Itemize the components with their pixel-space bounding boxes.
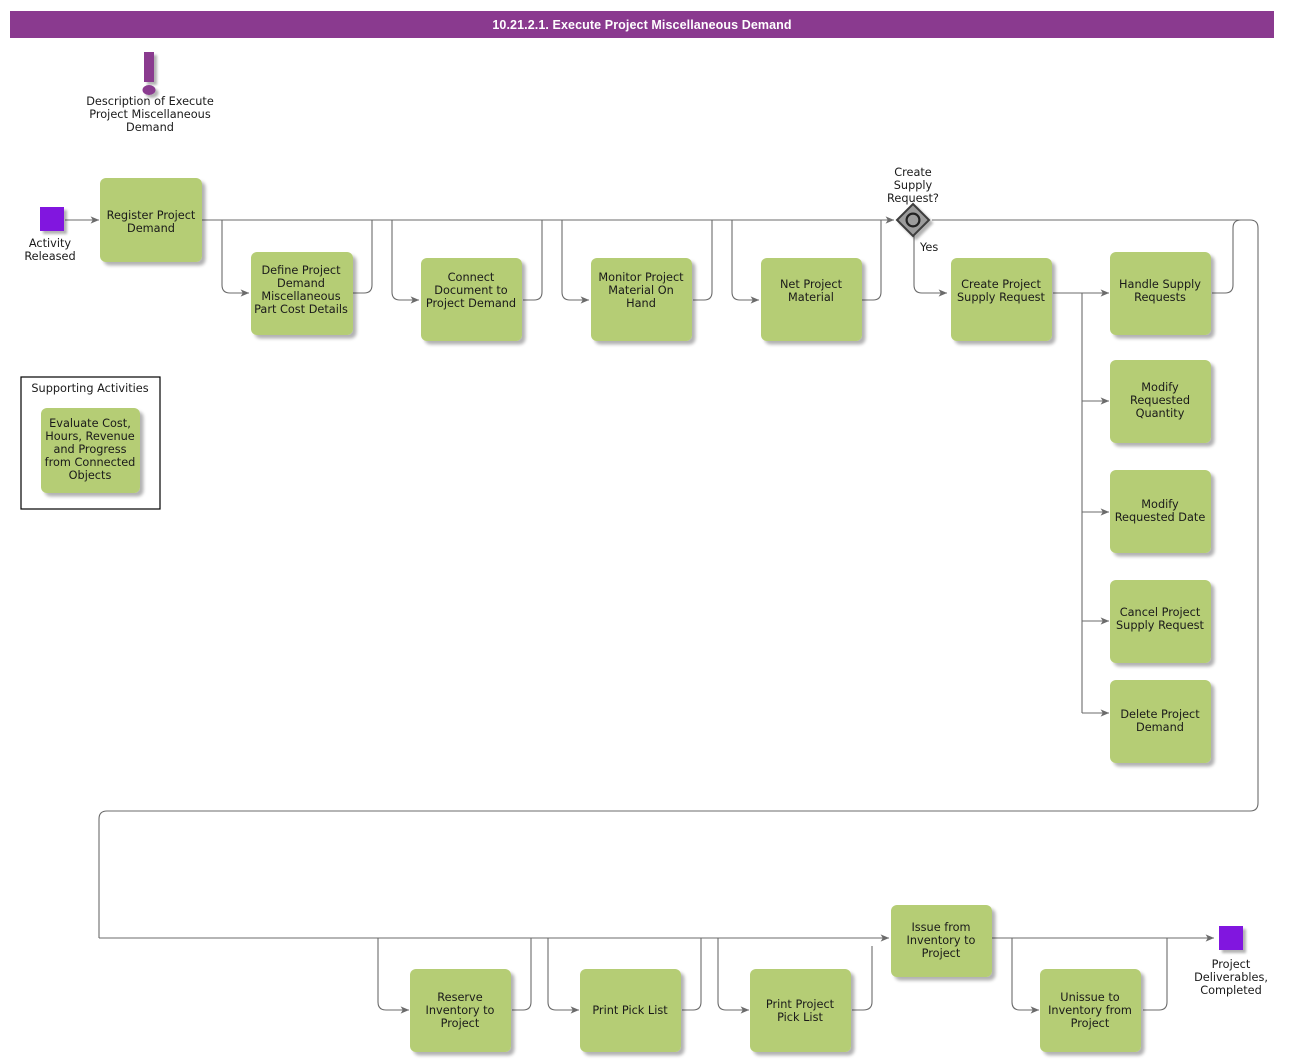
end-event-project-deliverables-completed[interactable]: Project Deliverables, Completed	[1194, 926, 1268, 997]
task-print-project-pick-list[interactable]: Print Project Pick List	[750, 969, 851, 1052]
task-label: Net Project Material	[780, 278, 843, 304]
process-diagram: 10.21.2.1. Execute Project Miscellaneous…	[0, 0, 1309, 1060]
supporting-activities-group: Supporting Activities Evaluate Cost, Hour…	[20, 376, 161, 510]
flow-print-pick-list-return	[682, 938, 702, 1011]
task-net-project-material[interactable]: Net Project Material	[761, 258, 862, 341]
flow-spine-to-net	[731, 220, 760, 304]
supporting-activities-title: Supporting Activities	[31, 382, 148, 395]
gateway-create-supply-request[interactable]: Create Supply Request? Yes	[887, 166, 939, 254]
task-delete-project-demand[interactable]: Delete Project Demand	[1110, 680, 1211, 763]
flow-define-return	[353, 220, 373, 294]
flow-unissue-return	[1143, 938, 1168, 1011]
task-connect-document-to-project-demand[interactable]: Connect Document to Project Demand	[421, 258, 522, 341]
end-event-label: Project Deliverables, Completed	[1194, 958, 1268, 997]
flow-spine-to-monitor	[561, 220, 590, 304]
task-print-pick-list[interactable]: Print Pick List	[580, 969, 681, 1052]
task-define-project-demand-misc-part-cost-details[interactable]: Define Project Demand Miscellaneous Part Co…	[251, 252, 353, 335]
description-annotation: Description of Execute Project Miscellane…	[86, 52, 214, 134]
task-label: Create Project Supply Request	[957, 278, 1046, 304]
flow-handle-return	[1212, 219, 1242, 294]
flow-spine-to-connect	[391, 220, 420, 304]
task-modify-requested-date[interactable]: Modify Requested Date	[1110, 470, 1211, 553]
flow-reserve-return	[512, 938, 532, 1011]
flow-net-return	[862, 220, 882, 301]
task-unissue-to-inventory-from-project[interactable]: Unissue to Inventory from Project	[1040, 969, 1141, 1052]
task-create-project-supply-request[interactable]: Create Project Supply Request	[951, 258, 1052, 341]
flow-spine-to-define	[221, 220, 250, 297]
gateway-label: Create Supply Request?	[887, 166, 939, 205]
flow-monitor-return	[693, 220, 713, 301]
task-cancel-project-supply-request[interactable]: Cancel Project Supply Request	[1110, 580, 1211, 663]
task-label: Cancel Project Supply Request	[1116, 606, 1205, 632]
task-label: Define Project Demand Miscellaneous Part Co…	[254, 264, 348, 316]
gateway-yes-label: Yes	[919, 241, 938, 254]
task-monitor-project-material-on-hand[interactable]: Monitor Project Material On Hand	[591, 258, 692, 341]
task-handle-supply-requests[interactable]: Handle Supply Requests	[1110, 252, 1211, 335]
flow-issue-to-unissue	[1011, 938, 1040, 1014]
flow-print-project-pick-list-return	[852, 946, 873, 1011]
task-register-project-demand[interactable]: Register Project Demand	[100, 178, 202, 262]
flow-right-rail-to-bottom-lane	[98, 802, 1259, 938]
diagram-canvas: Description of Execute Project Miscellane…	[20, 52, 1268, 1052]
exclamation-mark-icon	[142, 52, 156, 95]
task-reserve-inventory-to-project[interactable]: Reserve Inventory to Project	[410, 969, 511, 1052]
flow-lane-to-reserve	[377, 938, 410, 1014]
task-modify-requested-quantity[interactable]: Modify Requested Quantity	[1110, 360, 1211, 443]
task-evaluate-cost-hours-revenue-progress[interactable]: Evaluate Cost, Hours, Revenue and Progress…	[41, 408, 140, 493]
start-event-activity-released[interactable]: Activity Released	[24, 207, 76, 263]
flow-lane-to-print-project-pick-list	[717, 938, 750, 1014]
start-event-label: Activity Released	[24, 237, 75, 263]
flow-connect-return	[523, 220, 543, 301]
annotation-label: Description of Execute Project Miscellane…	[86, 95, 214, 134]
task-issue-from-inventory-to-project[interactable]: Issue from Inventory to Project	[891, 905, 992, 977]
flow-lane-to-print-pick-list	[547, 938, 580, 1014]
task-label: Print Pick List	[592, 1004, 668, 1017]
